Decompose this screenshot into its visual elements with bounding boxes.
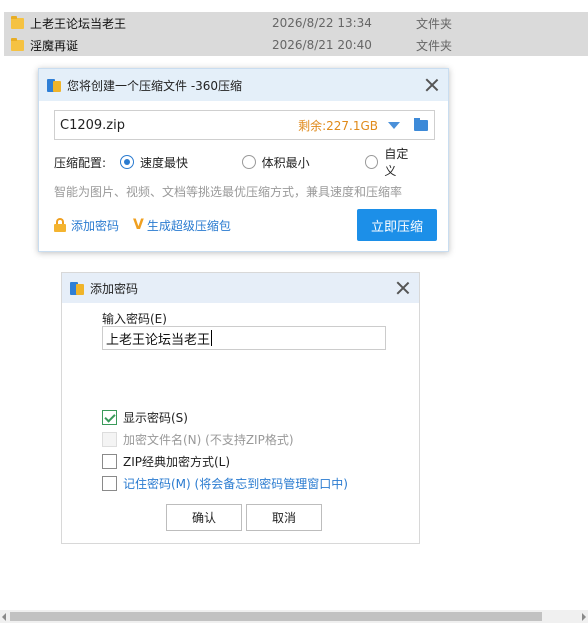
radio-custom[interactable]: 自定义 — [365, 145, 418, 179]
radio-dot-icon — [241, 155, 256, 169]
free-space-label: 剩余:227.1GB — [298, 118, 378, 133]
file-row-2[interactable]: 淫魔再诞 2026/8/21 20:40 文件夹 — [4, 34, 588, 56]
file-modified: 2026/8/21 20:40 — [272, 38, 372, 52]
file-type: 文件夹 — [416, 16, 453, 31]
compress-now-button[interactable]: 立即压缩 — [357, 209, 437, 241]
folder-icon — [11, 37, 24, 51]
scroll-left-icon[interactable] — [2, 613, 6, 621]
browse-folder-icon[interactable] — [414, 117, 428, 131]
radio-fastest-label: 速度最快 — [140, 155, 189, 170]
password-dialog-titlebar[interactable]: 添加密码 — [62, 273, 419, 303]
radio-dot-icon — [365, 155, 379, 169]
super-zip-link[interactable]: 生成超级压缩包 — [147, 217, 231, 234]
checkbox-icon[interactable] — [102, 476, 117, 491]
compress-links-row: 添加密码 V 生成超级压缩包 — [54, 215, 231, 235]
password-input-label: 输入密码(E) — [102, 312, 167, 326]
password-input[interactable]: 上老王论坛当老王 — [102, 326, 386, 350]
lock-icon — [54, 218, 66, 232]
zip-classic-option[interactable]: ZIP经典加密方式(L) — [102, 453, 230, 470]
close-icon[interactable] — [395, 280, 411, 296]
compress-hint: 智能为图片、视频、文档等挑选最优压缩方式，兼具速度和压缩率 — [54, 185, 403, 199]
show-password-option[interactable]: 显示密码(S) — [102, 409, 188, 426]
file-row-1[interactable]: 上老王论坛当老王 2026/8/22 13:34 文件夹 — [4, 12, 588, 34]
radio-smallest-label: 体积最小 — [261, 155, 310, 170]
checkbox-icon[interactable] — [102, 454, 117, 469]
file-type: 文件夹 — [416, 38, 453, 53]
encrypt-filenames-option: 加密文件名(N) (不支持ZIP格式) — [102, 431, 294, 448]
close-icon[interactable] — [424, 77, 440, 93]
scrollbar-thumb[interactable] — [10, 612, 542, 621]
folder-icon — [11, 15, 24, 29]
compress-dialog-title: 您将创建一个压缩文件 -360压缩 — [67, 78, 243, 93]
remember-password-option[interactable]: 记住密码(M) (将会备忘到密码管理窗口中) — [102, 475, 348, 492]
zip-classic-label: ZIP经典加密方式(L) — [123, 455, 231, 469]
config-label: 压缩配置: — [54, 155, 107, 170]
encrypt-filenames-label: 加密文件名(N) (不支持ZIP格式) — [123, 433, 294, 447]
file-name: 淫魔再诞 — [30, 38, 79, 53]
password-dialog-title: 添加密码 — [90, 281, 139, 296]
add-password-link[interactable]: 添加密码 — [71, 217, 119, 234]
cancel-button[interactable]: 取消 — [246, 504, 322, 531]
compress-dialog-titlebar[interactable]: 您将创建一个压缩文件 -360压缩 — [39, 69, 448, 101]
checkbox-disabled-icon — [102, 432, 117, 447]
password-dialog: 添加密码 输入密码(E) 上老王论坛当老王 显示密码(S) 加密文件名(N) (… — [61, 272, 420, 544]
text-caret — [211, 330, 213, 346]
archive-app-icon — [47, 78, 61, 92]
scroll-right-icon[interactable] — [582, 613, 586, 621]
file-name: 上老王论坛当老王 — [30, 16, 127, 31]
archive-path-field[interactable]: C1209.zip 剩余:227.1GB — [54, 110, 435, 140]
radio-smallest[interactable]: 体积最小 — [241, 154, 350, 171]
horizontal-scrollbar[interactable] — [0, 610, 588, 623]
password-value: 上老王论坛当老王 — [106, 332, 211, 348]
ok-button[interactable]: 确认 — [166, 504, 242, 531]
compress-config-row: 压缩配置: 速度最快 体积最小 自定义 — [54, 147, 434, 178]
compress-dialog: 您将创建一个压缩文件 -360压缩 C1209.zip 剩余:227.1GB 压… — [38, 68, 449, 252]
v-badge-icon: V — [133, 217, 144, 233]
archive-filename[interactable]: C1209.zip — [55, 118, 298, 133]
remember-password-label: 记住密码(M) (将会备忘到密码管理窗口中) — [123, 477, 348, 491]
archive-app-icon — [70, 281, 84, 295]
file-modified: 2026/8/22 13:34 — [272, 16, 372, 30]
radio-dot-icon — [120, 155, 135, 169]
checkbox-checked-icon[interactable] — [102, 410, 117, 425]
dropdown-arrow-icon[interactable] — [388, 121, 400, 129]
radio-custom-label: 自定义 — [384, 147, 409, 178]
show-password-label: 显示密码(S) — [123, 411, 188, 425]
radio-fastest[interactable]: 速度最快 — [120, 154, 226, 171]
